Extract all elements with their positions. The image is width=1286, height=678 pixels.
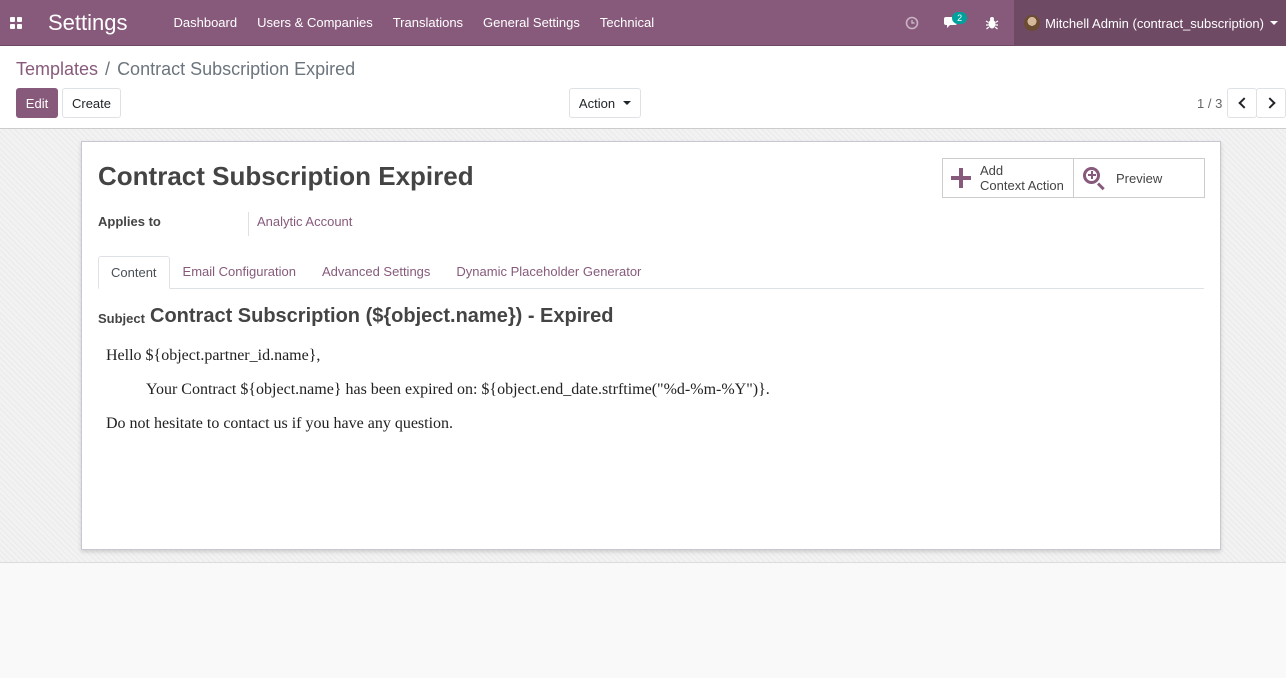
- create-button[interactable]: Create: [62, 88, 121, 118]
- tab-content[interactable]: Content: [98, 256, 170, 289]
- pager-value[interactable]: 1 / 3: [1197, 96, 1222, 111]
- notebook-tabs: Content Email Configuration Advanced Set…: [98, 256, 1204, 289]
- breadcrumb: Templates / Contract Subscription Expire…: [16, 59, 355, 80]
- messages-chat-icon[interactable]: 2: [932, 0, 972, 46]
- subject-value: Contract Subscription (${object.name}) -…: [150, 305, 614, 327]
- add-context-line1: Add: [980, 163, 1004, 178]
- breadcrumb-separator: /: [105, 59, 111, 79]
- applies-to-link[interactable]: Analytic Account: [257, 214, 352, 229]
- user-menu[interactable]: Mitchell Admin (contract_subscription): [1014, 0, 1286, 46]
- button-box: Add Context Action Preview: [942, 158, 1205, 198]
- body-closing: Do not hesitate to contact us if you hav…: [106, 415, 454, 432]
- chevron-down-icon: [1270, 21, 1278, 25]
- main-navbar: Settings Dashboard Users & Companies Tra…: [0, 0, 1286, 46]
- app-name[interactable]: Settings: [48, 10, 128, 36]
- field-divider: [248, 212, 249, 236]
- preview-button[interactable]: Preview: [1073, 159, 1204, 197]
- tab-dynamic-placeholder-generator[interactable]: Dynamic Placeholder Generator: [443, 256, 654, 288]
- plus-icon: [951, 168, 971, 188]
- chevron-right-icon: [1263, 97, 1276, 109]
- menu-item-general-settings[interactable]: General Settings: [473, 0, 590, 46]
- action-dropdown[interactable]: Action: [569, 88, 641, 118]
- caret-down-icon: [623, 101, 632, 105]
- menu-item-users-companies[interactable]: Users & Companies: [247, 0, 383, 46]
- apps-menu-icon[interactable]: [0, 0, 32, 46]
- add-context-line2: Context Action: [980, 178, 1064, 193]
- user-avatar: [1024, 15, 1041, 31]
- subject-label: Subject: [98, 311, 145, 326]
- top-menu: Dashboard Users & Companies Translations…: [164, 0, 665, 46]
- tab-email-configuration[interactable]: Email Configuration: [170, 256, 309, 288]
- applies-to-label: Applies to: [98, 214, 161, 229]
- search-plus-icon: [1082, 166, 1106, 191]
- form-sheet: Contract Subscription Expired Add Contex…: [81, 141, 1221, 550]
- systray: 2 Mitchell Admin (contract_subscription): [892, 0, 1286, 46]
- messages-count-badge: 2: [952, 12, 968, 24]
- menu-item-dashboard[interactable]: Dashboard: [164, 0, 248, 46]
- preview-label: Preview: [1116, 170, 1163, 186]
- control-panel: Templates / Contract Subscription Expire…: [0, 46, 1286, 129]
- record-title: Contract Subscription Expired: [98, 161, 474, 191]
- action-label: Action: [578, 95, 616, 111]
- add-context-action-button[interactable]: Add Context Action: [943, 159, 1073, 197]
- body-main-line: Your Contract ${object.name} has been ex…: [146, 381, 770, 398]
- user-name: Mitchell Admin (contract_subscription): [1045, 15, 1264, 31]
- body-greeting: Hello ${object.partner_id.name},: [106, 347, 321, 364]
- chevron-left-icon: [1237, 97, 1250, 109]
- pager-previous-button[interactable]: [1227, 88, 1257, 118]
- pager-next-button[interactable]: [1256, 88, 1286, 118]
- breadcrumb-templates-link[interactable]: Templates: [16, 59, 98, 80]
- debug-bug-icon[interactable]: [972, 0, 1012, 46]
- breadcrumb-current: Contract Subscription Expired: [117, 59, 356, 79]
- edit-button[interactable]: Edit: [16, 88, 58, 118]
- tab-advanced-settings[interactable]: Advanced Settings: [309, 256, 443, 288]
- menu-item-technical[interactable]: Technical: [590, 0, 664, 46]
- activity-clock-icon[interactable]: [892, 0, 932, 46]
- menu-item-translations[interactable]: Translations: [383, 0, 473, 46]
